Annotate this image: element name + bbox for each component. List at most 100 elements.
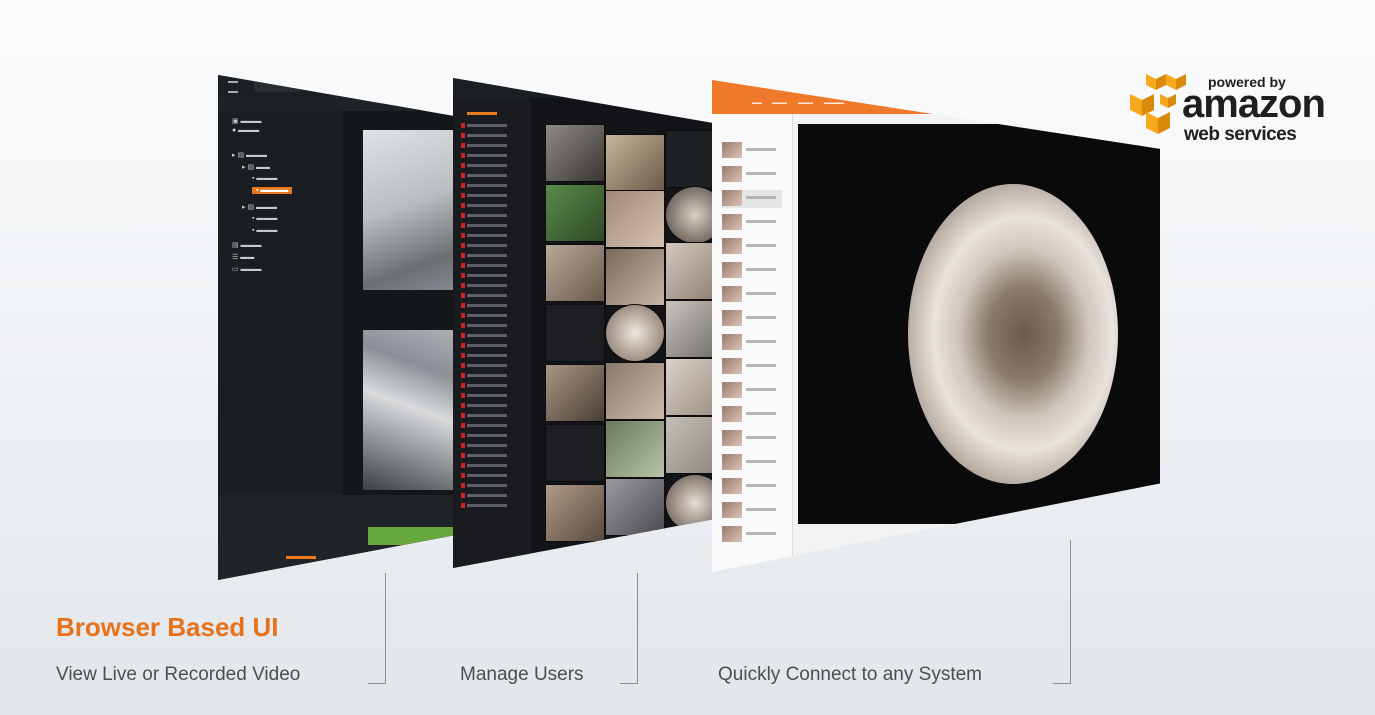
list-item [461, 383, 507, 388]
system-list-item [722, 310, 782, 328]
aws-cubes-icon [1130, 74, 1186, 134]
list-item [461, 353, 507, 358]
camera-tile [605, 478, 665, 536]
list-item [461, 233, 507, 238]
caption-manage-users: Manage Users [460, 664, 584, 685]
screen1-device-tree: ▣ ▬▬▬ ● ▬▬▬ ▸ ▤ ▬▬▬ ▸ ▤ ▬▬ ▪ ▬▬▬ ▪ ▬▬▬▬ … [218, 111, 343, 551]
camera-tile [545, 304, 605, 362]
tree-item: ▸ ▤ ▬▬▬ [242, 204, 278, 211]
tree-item: ▪ ▬▬▬ [252, 215, 278, 222]
system-list-item [722, 238, 782, 256]
leader-line [620, 683, 638, 684]
tree-item: ☰ ▬▬ [232, 254, 255, 261]
list-item [461, 133, 507, 138]
leader-line [1053, 683, 1071, 684]
list-item [461, 443, 507, 448]
system-list-item [722, 430, 782, 448]
playback-clock: ▬▬▬ [286, 551, 316, 562]
list-item [461, 203, 507, 208]
hamburger-menu-icon [228, 81, 238, 93]
list-item [461, 253, 507, 258]
tree-item: ▤ ▬▬▬ [232, 242, 262, 249]
camera-tile [605, 190, 665, 248]
aws-amazon-text: amazon [1182, 82, 1326, 126]
system-list-item [722, 142, 782, 160]
camera-tile [605, 362, 665, 420]
connect-system-screen: ▬▬ ▬▬▬ ▬▬▬ ▬▬▬▬ [712, 80, 1160, 572]
page: powered by amazon web services ▣ ▬▬▬ ● ▬… [0, 0, 1375, 715]
caption-live-video: View Live or Recorded Video [56, 664, 301, 685]
camera-tile [605, 304, 665, 362]
system-list-item [722, 454, 782, 472]
list-item [461, 473, 507, 478]
camera-tile [605, 420, 665, 478]
list-item [461, 463, 507, 468]
header-nav-item: ▬▬▬ [772, 100, 787, 106]
system-list [712, 114, 793, 572]
list-item [461, 223, 507, 228]
screen2-camera-list [453, 98, 531, 568]
tree-item: ▭ ▬▬▬ [232, 266, 262, 273]
system-list-item [722, 526, 782, 544]
list-item [461, 393, 507, 398]
header-nav-item: ▬▬▬▬ [824, 100, 844, 106]
list-item [461, 153, 507, 158]
list-item [461, 483, 507, 488]
tree-item: ▸ ▤ ▬▬ [242, 164, 271, 171]
screen3-header: ▬▬ ▬▬▬ ▬▬▬ ▬▬▬▬ [712, 80, 1160, 114]
list-item [461, 283, 507, 288]
list-item [461, 163, 507, 168]
system-list-item-selected [722, 190, 782, 208]
fisheye-video-view [798, 124, 1160, 524]
list-item [461, 343, 507, 348]
camera-tile [605, 134, 665, 192]
leader-line [368, 683, 386, 684]
aws-web-services-text: web services [1184, 124, 1297, 145]
list-item [461, 363, 507, 368]
list-item [461, 373, 507, 378]
system-list-item [722, 214, 782, 232]
leader-line [637, 573, 638, 683]
list-item [461, 213, 507, 218]
list-item [461, 423, 507, 428]
camera-tile [545, 424, 605, 482]
header-nav-item: ▬▬ [752, 100, 762, 106]
system-list-item [722, 166, 782, 184]
list-item [461, 273, 507, 278]
list-header [467, 112, 497, 115]
list-item [461, 433, 507, 438]
fisheye-camera-image [908, 184, 1118, 484]
list-item [461, 453, 507, 458]
system-list-item [722, 502, 782, 520]
tree-item-selected: ▪ ▬▬▬▬ [252, 187, 293, 194]
camera-tile [545, 484, 605, 542]
header-nav-item: ▬▬▬ [798, 100, 813, 106]
system-list-item [722, 262, 782, 280]
list-item [461, 183, 507, 188]
aws-badge: powered by amazon web services [1128, 72, 1328, 152]
list-item [461, 403, 507, 408]
caption-connect-system: Quickly Connect to any System [718, 664, 982, 685]
camera-tile [545, 364, 605, 422]
list-item [461, 243, 507, 248]
list-item [461, 303, 507, 308]
camera-tile [605, 248, 665, 306]
list-item [461, 193, 507, 198]
list-item [461, 123, 507, 128]
list-item [461, 173, 507, 178]
leader-line [385, 573, 386, 683]
system-list-item [722, 358, 782, 376]
list-item [461, 263, 507, 268]
tree-item: ● ▬▬▬ [232, 127, 260, 134]
system-list-item [722, 406, 782, 424]
system-list-item [722, 478, 782, 496]
list-item [461, 413, 507, 418]
list-item [461, 313, 507, 318]
camera-tile [545, 184, 605, 242]
leader-line [1070, 540, 1071, 683]
tree-item: ▣ ▬▬▬ [232, 118, 262, 125]
list-item [461, 143, 507, 148]
list-item [461, 493, 507, 498]
system-list-item [722, 334, 782, 352]
list-item [461, 293, 507, 298]
